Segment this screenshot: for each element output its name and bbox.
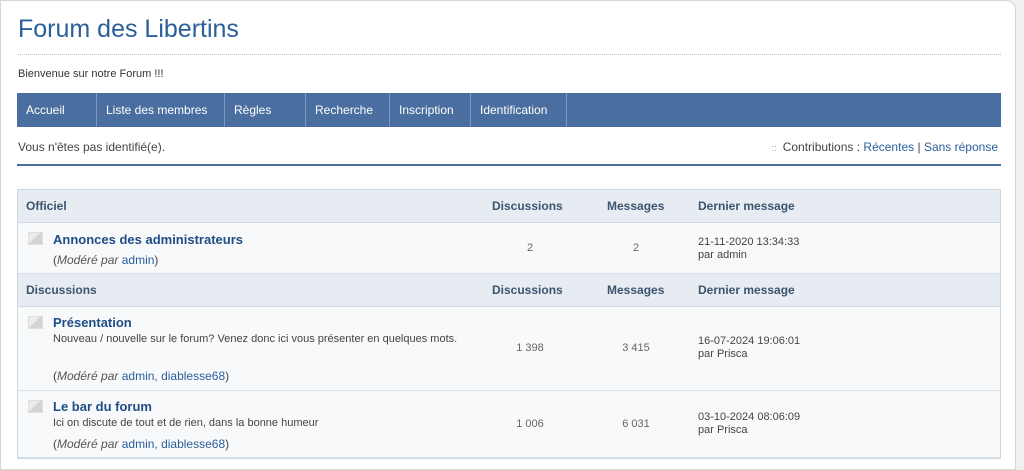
status-divider <box>17 164 1001 166</box>
nav-recherche[interactable]: Recherche <box>306 93 390 127</box>
main-navbar: Accueil Liste des membres Règles Recherc… <box>17 93 1001 127</box>
last-message-author: par Prisca <box>698 424 748 436</box>
nav-regles[interactable]: Règles <box>225 93 306 127</box>
nav-accueil[interactable]: Accueil <box>17 93 97 127</box>
forum-moderators: (Modéré par admin, diablesse68) <box>53 437 229 451</box>
discussions-count: 1 006 <box>516 418 544 430</box>
forum-row: Présentation Nouveau / nouvelle sur le f… <box>18 307 1000 391</box>
link-recentes[interactable]: Récentes <box>863 140 914 154</box>
messages-count: 6 031 <box>622 418 650 430</box>
forum-link[interactable]: Le bar du forum <box>53 399 152 414</box>
page-container: Forum des Libertins Bienvenue sur notre … <box>0 0 1016 470</box>
messages-count: 2 <box>632 242 640 254</box>
last-message-author: par admin <box>698 249 747 261</box>
moderator-link[interactable]: admin, diablesse68 <box>122 369 225 383</box>
messages-count: 3 415 <box>622 342 650 354</box>
mod-paren-close: ) <box>225 437 230 451</box>
col-discussions: Discussions <box>492 199 563 213</box>
forum-description: Ici on discute de tout et de rien, dans … <box>53 417 319 429</box>
nav-identification[interactable]: Identification <box>471 93 567 127</box>
forum-row: Annonces des administrateurs (Modéré par… <box>18 223 1000 274</box>
nav-liste-membres[interactable]: Liste des membres <box>97 93 225 127</box>
moderator-link[interactable]: admin, diablesse68 <box>122 437 225 451</box>
last-message-date[interactable]: 16-07-2024 19:06:01 <box>698 335 800 347</box>
title-divider <box>18 54 1001 55</box>
link-separator: | <box>917 140 921 154</box>
forum-link[interactable]: Annonces des administrateurs <box>53 232 243 247</box>
col-messages: Messages <box>607 199 665 213</box>
moderator-link[interactable]: admin <box>122 253 155 267</box>
forum-status-icon <box>28 232 43 245</box>
forum-moderators: (Modéré par admin, diablesse68) <box>53 369 229 383</box>
mod-paren-close: ) <box>154 253 159 267</box>
forum-status-icon <box>28 316 43 329</box>
col-last-message: Dernier message <box>698 199 795 213</box>
login-status: Vous n'êtes pas identifié(e). <box>18 140 166 154</box>
forum-row: Le bar du forum Ici on discute de tout e… <box>18 391 1000 458</box>
col-last-message: Dernier message <box>698 283 795 297</box>
forum-link[interactable]: Présentation <box>53 315 132 330</box>
moderated-label: Modéré par <box>57 437 119 451</box>
last-message-date[interactable]: 03-10-2024 08:06:09 <box>698 411 800 423</box>
last-message-author: par Prisca <box>698 348 748 360</box>
category-header: Discussions Discussions Messages Dernier… <box>18 274 1000 307</box>
forum-description: Nouveau / nouvelle sur le forum? Venez d… <box>53 333 458 345</box>
bullet-icon: :: <box>771 143 777 153</box>
category-name: Officiel <box>26 199 67 213</box>
last-message: 21-11-2020 13:34:33 par admin <box>698 236 799 262</box>
link-sans-reponse[interactable]: Sans réponse <box>924 140 998 154</box>
contributions-links: :: Contributions : Récentes | Sans répons… <box>772 140 998 154</box>
moderated-label: Modéré par <box>57 369 119 383</box>
nav-inscription[interactable]: Inscription <box>390 93 471 127</box>
last-message-date[interactable]: 21-11-2020 13:34:33 <box>698 236 799 248</box>
last-message: 16-07-2024 19:06:01 par Prisca <box>698 335 800 361</box>
mod-paren-close: ) <box>225 369 230 383</box>
discussions-count: 2 <box>526 242 534 254</box>
discussions-count: 1 398 <box>516 342 544 354</box>
col-discussions: Discussions <box>492 283 563 297</box>
welcome-message: Bienvenue sur notre Forum !!! <box>18 68 164 80</box>
contributions-label: Contributions : <box>782 140 861 154</box>
forum-title[interactable]: Forum des Libertins <box>18 15 239 44</box>
category-name: Discussions <box>26 283 97 297</box>
forum-table: Officiel Discussions Messages Dernier me… <box>17 189 1001 459</box>
col-messages: Messages <box>607 283 665 297</box>
forum-status-icon <box>28 400 43 413</box>
last-message: 03-10-2024 08:06:09 par Prisca <box>698 411 800 437</box>
forum-moderators: (Modéré par admin) <box>53 253 158 267</box>
category-header: Officiel Discussions Messages Dernier me… <box>18 190 1000 223</box>
moderated-label: Modéré par <box>57 253 119 267</box>
